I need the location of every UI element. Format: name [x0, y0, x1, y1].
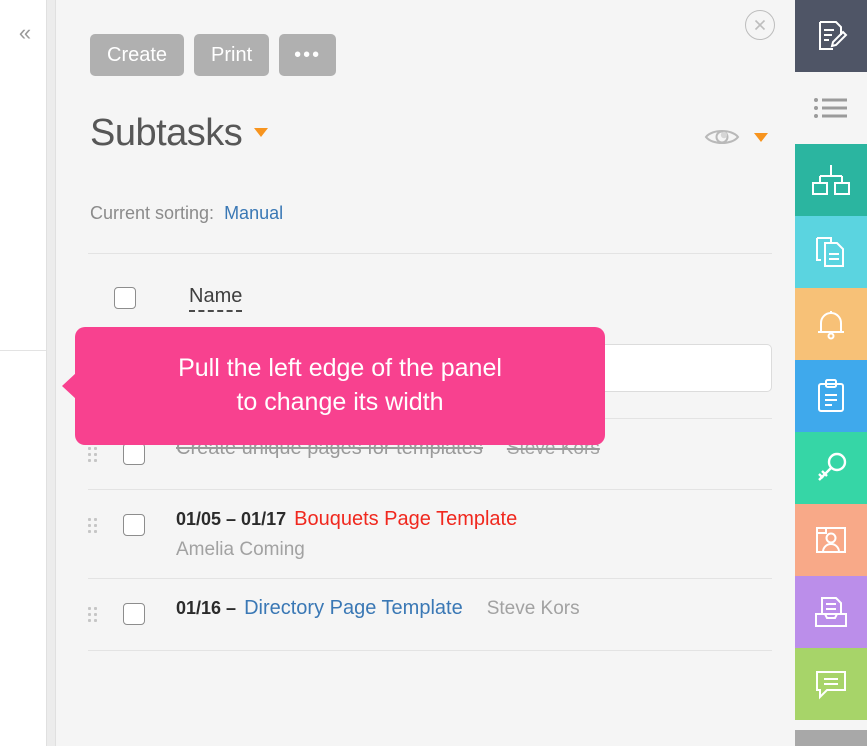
- panel-toolbar: Create Print •••: [90, 34, 337, 76]
- caret-down-icon[interactable]: [254, 128, 269, 137]
- row-checkbox[interactable]: [123, 443, 145, 465]
- row-content: 01/16 – Directory Page Template Steve Kors: [176, 595, 772, 622]
- more-actions-button[interactable]: •••: [279, 34, 337, 76]
- drag-handle-icon[interactable]: [88, 447, 100, 463]
- drag-handle-icon[interactable]: [88, 518, 100, 534]
- clipboard-icon: [814, 378, 848, 414]
- task-name[interactable]: Bouquets Page Template: [294, 508, 517, 530]
- panel-resize-handle[interactable]: [46, 0, 56, 746]
- drag-handle-icon[interactable]: [88, 606, 100, 623]
- chat-bubble-icon: [813, 668, 849, 700]
- eye-icon[interactable]: [704, 126, 740, 148]
- header-divider: [88, 253, 772, 254]
- task-assignee: Amelia Coming: [176, 539, 305, 560]
- subtask-list: Create unique pages for templates Steve K…: [88, 418, 772, 651]
- column-header-name[interactable]: Name: [189, 285, 243, 312]
- left-strip: «: [0, 0, 46, 746]
- task-name[interactable]: Directory Page Template: [244, 597, 463, 619]
- rail-item-list-lines[interactable]: [795, 72, 867, 144]
- print-button[interactable]: Print: [194, 34, 270, 76]
- panel-title-row: Subtasks: [90, 112, 269, 155]
- archive-folder-icon: [813, 595, 849, 629]
- row-checkbox[interactable]: [123, 514, 145, 536]
- rail-item-org-chart[interactable]: [795, 144, 867, 216]
- current-sorting-value[interactable]: Manual: [224, 203, 283, 223]
- page-title: Subtasks: [90, 112, 243, 154]
- table-row[interactable]: 01/05 – 01/17 Bouquets Page Template Amel…: [88, 490, 772, 579]
- row-content: 01/05 – 01/17 Bouquets Page Template Amel…: [176, 506, 772, 563]
- tooltip-arrow: [62, 373, 76, 399]
- task-date: 01/05 – 01/17: [176, 509, 287, 529]
- table-row[interactable]: 01/16 – Directory Page Template Steve Kors: [88, 579, 772, 651]
- rail-item-archive[interactable]: [795, 576, 867, 648]
- rail-item-clipboard[interactable]: [795, 360, 867, 432]
- resize-hint-tooltip: Pull the left edge of the panel to chang…: [62, 327, 605, 445]
- task-assignee: Steve Kors: [486, 597, 580, 619]
- copy-documents-icon: [813, 234, 849, 270]
- org-chart-icon: [812, 163, 850, 197]
- edit-document-icon: [813, 18, 849, 54]
- tooltip-line-1: Pull the left edge of the panel: [178, 354, 502, 383]
- close-icon[interactable]: [745, 10, 775, 40]
- view-caret-down-icon[interactable]: [754, 132, 768, 142]
- collapse-sidebar-icon[interactable]: «: [12, 20, 38, 46]
- select-all-checkbox[interactable]: [114, 287, 136, 309]
- tooltip-line-2: to change its width: [236, 388, 444, 416]
- row-checkbox[interactable]: [123, 602, 145, 625]
- rail-item-copy-documents[interactable]: [795, 216, 867, 288]
- rail-item-edit-document[interactable]: [795, 0, 867, 72]
- rail-item-notifications[interactable]: [795, 288, 867, 360]
- list-lines-icon: [813, 95, 849, 121]
- right-rail: [795, 0, 867, 746]
- key-icon: [814, 451, 848, 485]
- rail-item-key[interactable]: [795, 432, 867, 504]
- rail-item-chat[interactable]: [795, 648, 867, 720]
- list-header-row: Name: [88, 280, 772, 316]
- rail-footer: [795, 730, 867, 746]
- current-sorting: Current sorting: Manual: [90, 203, 283, 224]
- rail-item-contacts[interactable]: [795, 504, 867, 576]
- app-screen: « Create Print ••• Subtasks Current sort…: [0, 0, 867, 746]
- view-controls: [704, 126, 768, 148]
- create-button[interactable]: Create: [90, 34, 185, 76]
- current-sorting-label: Current sorting:: [90, 203, 215, 223]
- task-date: 01/16 –: [176, 597, 237, 618]
- bell-icon: [814, 307, 848, 341]
- contact-card-icon: [813, 524, 849, 556]
- left-strip-divider: [0, 350, 46, 351]
